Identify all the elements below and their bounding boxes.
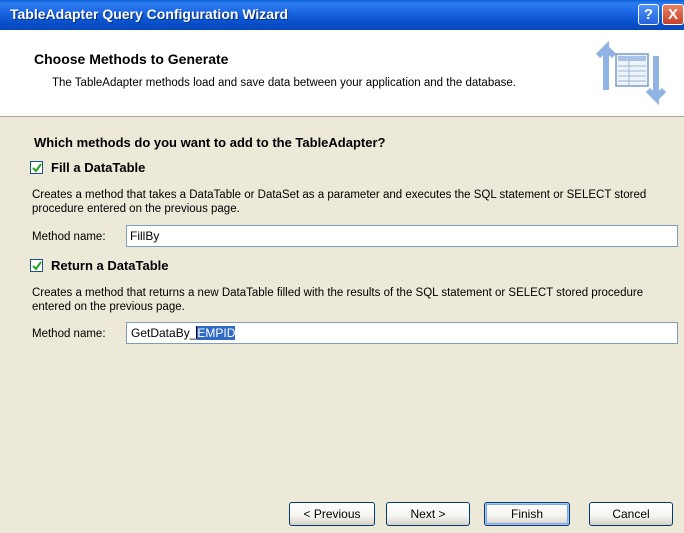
wizard-header: Choose Methods to Generate The TableAdap…	[0, 30, 684, 117]
wizard-content: Which methods do you want to add to the …	[0, 117, 684, 467]
return-method-name-selection: EMPID	[197, 326, 236, 340]
fill-description: Creates a method that takes a DataTable …	[32, 189, 647, 215]
methods-question: Which methods do you want to add to the …	[34, 135, 386, 150]
wizard-table-icon	[596, 40, 666, 106]
page-description: The TableAdapter methods load and save d…	[52, 77, 516, 89]
return-description: Creates a method that returns a new Data…	[32, 287, 644, 313]
title-bar[interactable]: TableAdapter Query Configuration Wizard …	[0, 0, 684, 30]
return-method-name-input[interactable]: GetDataBy_EMPID	[126, 322, 678, 344]
finish-button[interactable]: Finish	[484, 502, 570, 526]
wizard-window: TableAdapter Query Configuration Wizard …	[0, 0, 684, 533]
help-button[interactable]: ?	[638, 4, 659, 25]
return-method-name-label: Method name:	[32, 328, 106, 340]
cancel-button[interactable]: Cancel	[589, 502, 673, 526]
fill-method-name-label: Method name:	[32, 231, 106, 243]
checkbox-checked-icon[interactable]	[30, 161, 43, 174]
window-title: TableAdapter Query Configuration Wizard	[10, 6, 289, 22]
return-datatable-label: Return a DataTable	[51, 258, 169, 273]
checkbox-checked-icon[interactable]	[30, 259, 43, 272]
close-button[interactable]: X	[662, 4, 684, 25]
fill-method-name-input[interactable]: FillBy	[126, 225, 678, 247]
fill-method-name-value: FillBy	[130, 229, 160, 243]
fill-datatable-label: Fill a DataTable	[51, 160, 146, 175]
previous-button[interactable]: < Previous	[289, 502, 375, 526]
return-method-name-prefix: GetDataBy_	[131, 326, 197, 340]
page-title: Choose Methods to Generate	[34, 51, 229, 67]
next-button[interactable]: Next >	[386, 502, 470, 526]
